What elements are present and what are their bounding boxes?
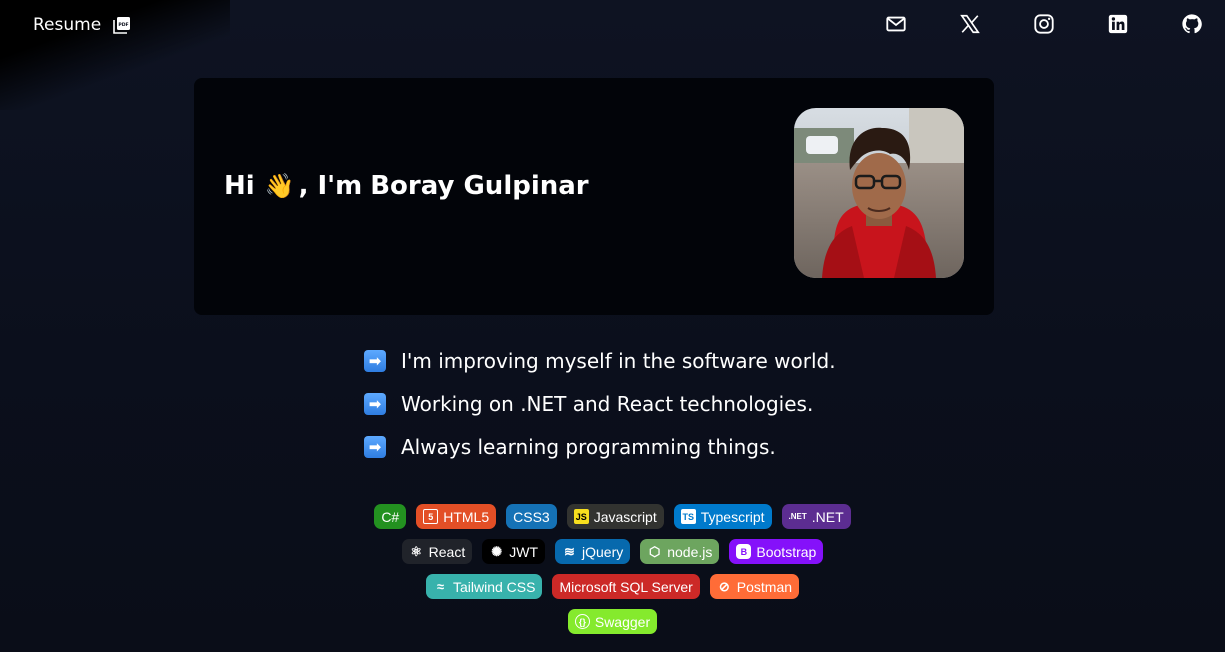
badge-label: Bootstrap — [756, 543, 817, 560]
badge-label: Microsoft SQL Server — [559, 578, 693, 595]
badge-jwt: ✺ JWT — [482, 539, 545, 564]
right-arrow-icon: ➡ — [364, 350, 386, 372]
badge-tailwind-css: ≈ Tailwind CSS — [425, 574, 543, 599]
swagger-icon: {} — [574, 614, 590, 629]
list-item-text: I'm improving myself in the software wor… — [401, 349, 836, 373]
email-link[interactable] — [885, 12, 907, 36]
right-arrow-icon: ➡ — [364, 436, 386, 458]
pdf-file-icon: PDF — [113, 16, 131, 34]
right-arrow-icon: ➡ — [364, 393, 386, 415]
net-icon: .NET — [788, 512, 807, 521]
svg-text:PDF: PDF — [119, 22, 129, 28]
badge-microsoft-sql-server: Microsoft SQL Server — [552, 574, 700, 599]
jwt-icon: ✺ — [491, 543, 503, 559]
badge-html5: 5 HTML5 — [416, 504, 497, 529]
x-twitter-link[interactable] — [959, 12, 981, 36]
greeting-mid: , I'm — [298, 171, 363, 201]
javascript-icon: JS — [573, 509, 589, 524]
badge-label: jQuery — [582, 543, 624, 560]
badge-label: node.js — [667, 543, 713, 560]
waving-hand-icon: 👋 — [264, 172, 295, 200]
badge-label: Typescript — [700, 508, 765, 525]
badge-jquery: ≋ jQuery — [555, 539, 631, 564]
tailwind-css-icon: ≈ — [436, 579, 445, 594]
badge-bootstrap: B Bootstrap — [729, 539, 824, 564]
tech-badges: C# 5 HTML5 CSS3 JS Javascript TS Typescript .NET… — [200, 504, 1025, 644]
jquery-icon: ≋ — [564, 543, 575, 559]
badge-label: Javascript — [593, 508, 657, 525]
badge-typescript: TS Typescript — [673, 504, 772, 529]
badge-react: ⚛ React — [401, 539, 473, 564]
social-links — [885, 12, 1203, 36]
list-item: ➡ I'm improving myself in the software w… — [364, 349, 924, 373]
badge-javascript: JS Javascript — [566, 504, 664, 529]
top-bar: Resume PDF — [0, 0, 1225, 52]
instagram-link[interactable] — [1033, 12, 1055, 36]
hero-card: Hi 👋 , I'm Boray Gulpinar — [194, 78, 994, 315]
github-link[interactable] — [1181, 12, 1203, 36]
typescript-icon: TS — [680, 509, 696, 524]
postman-icon: ⊘ — [718, 578, 730, 594]
greeting: Hi 👋 , I'm Boray Gulpinar — [224, 171, 589, 201]
email-icon — [886, 16, 906, 32]
badge-row: ⚛ React ✺ JWT ≋ jQuery ⬡ node.js B Bootstrap — [200, 539, 1025, 564]
badge-row: ≈ Tailwind CSS Microsoft SQL Server ⊘ Postma… — [200, 574, 1025, 599]
badge-node-js: ⬡ node.js — [640, 539, 720, 564]
badge-postman: ⊘ Postman — [709, 574, 800, 599]
author-name: Boray Gulpinar — [370, 171, 589, 201]
resume-link[interactable]: Resume PDF — [33, 13, 131, 37]
badge-label: C# — [381, 508, 400, 525]
badge-label: .NET — [811, 508, 844, 525]
badge-row: {} Swagger — [200, 609, 1025, 634]
badge-label: Tailwind CSS — [452, 578, 536, 595]
badge-label: CSS3 — [513, 508, 550, 525]
bootstrap-icon: B — [736, 544, 752, 559]
list-item: ➡ Working on .NET and React technologies… — [364, 392, 924, 416]
badge-label: HTML5 — [443, 508, 490, 525]
list-item-text: Always learning programming things. — [401, 435, 776, 459]
badge-net: .NET .NET — [781, 504, 851, 529]
profile-photo — [794, 108, 964, 278]
badge-label: Swagger — [594, 613, 651, 630]
badge-row: C# 5 HTML5 CSS3 JS Javascript TS Typescript .NET… — [200, 504, 1025, 529]
greeting-prefix: Hi — [224, 171, 255, 201]
resume-label: Resume — [33, 15, 102, 35]
intro-list: ➡ I'm improving myself in the software w… — [364, 349, 924, 478]
badge-swagger: {} Swagger — [567, 609, 658, 634]
badge-label: JWT — [509, 543, 538, 560]
badge-label: Postman — [736, 578, 793, 595]
badge-css3: CSS3 — [506, 504, 557, 529]
html5-icon: 5 — [423, 509, 439, 524]
badge-label: React — [428, 543, 466, 560]
instagram-icon — [1034, 14, 1054, 34]
react-icon: ⚛ — [410, 543, 422, 559]
badge-c: C# — [374, 504, 407, 529]
github-icon — [1182, 14, 1202, 34]
list-item: ➡ Always learning programming things. — [364, 435, 924, 459]
linkedin-icon — [1108, 14, 1128, 34]
x-twitter-icon — [960, 14, 980, 34]
linkedin-link[interactable] — [1107, 12, 1129, 36]
node-js-icon: ⬡ — [649, 543, 661, 559]
list-item-text: Working on .NET and React technologies. — [401, 392, 814, 416]
